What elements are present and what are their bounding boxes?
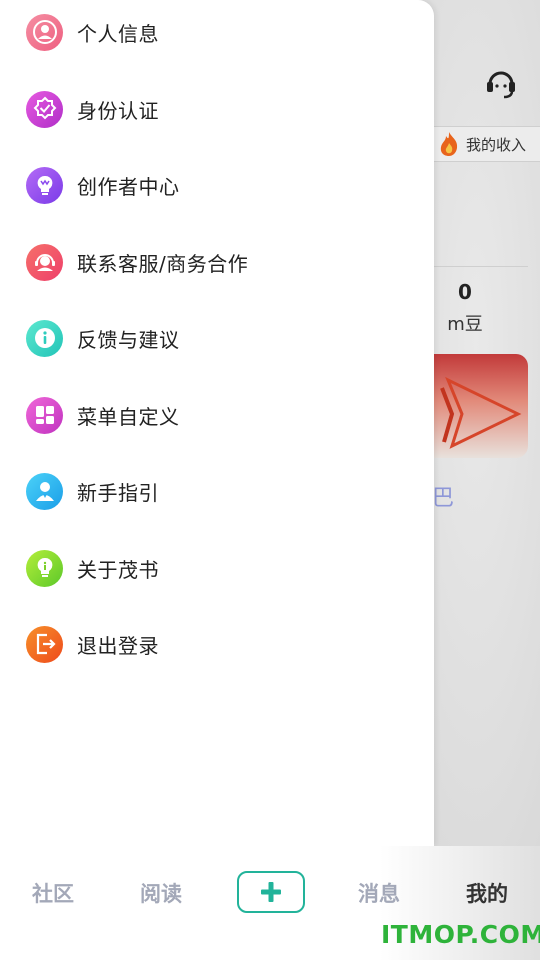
tab-mine[interactable]: 我的: [466, 878, 508, 908]
menu-item-personal-info[interactable]: 个人信息: [26, 12, 416, 52]
info-icon: [26, 319, 63, 357]
menu-item-label: 关于茂书: [77, 557, 159, 582]
menu-item-label: 创作者中心: [77, 174, 180, 199]
menu-item-menu-customize[interactable]: 菜单自定义: [26, 395, 416, 435]
side-drawer: 个人信息 身份认证 创作者中心 联系客服/商务合作 反馈与建议 菜单自定义 新手…: [0, 0, 434, 846]
m-bean-unit: m豆: [447, 314, 483, 335]
bulb-info-icon: [26, 549, 63, 587]
flame-icon: [440, 132, 458, 156]
customer-service-icon: [26, 243, 63, 281]
menu-item-logout[interactable]: 退出登录: [26, 624, 416, 664]
promo-banner[interactable]: [434, 354, 528, 458]
create-button[interactable]: [237, 871, 305, 913]
user-guide-icon: [26, 472, 63, 510]
menu-item-feedback[interactable]: 反馈与建议: [26, 318, 416, 358]
watermark-text: ITMOP.COM: [381, 920, 540, 949]
menu-item-beginner-guide[interactable]: 新手指引: [26, 471, 416, 511]
m-bean-count: 0: [458, 280, 472, 304]
grid-icon: [26, 396, 63, 434]
menu-item-label: 身份认证: [77, 98, 159, 123]
menu-item-contact-support[interactable]: 联系客服/商务合作: [26, 242, 416, 282]
menu-item-creator-center[interactable]: 创作者中心: [26, 165, 416, 205]
tab-reading[interactable]: 阅读: [140, 878, 182, 908]
menu-item-label: 新手指引: [77, 480, 159, 505]
arrow-graphic: [440, 376, 522, 449]
tab-messages[interactable]: 消息: [358, 878, 400, 908]
menu-item-label: 反馈与建议: [77, 327, 180, 352]
menu-item-about[interactable]: 关于茂书: [26, 548, 416, 588]
tab-community[interactable]: 社区: [32, 878, 74, 908]
verified-badge-icon: [26, 90, 63, 128]
divider: [434, 266, 528, 267]
lightbulb-crown-icon: [26, 166, 63, 204]
my-income-label: 我的收入: [466, 135, 527, 154]
menu-item-label: 个人信息: [77, 21, 159, 46]
person-icon: [26, 13, 63, 51]
menu-item-label: 退出登录: [77, 633, 159, 658]
logout-icon: [26, 625, 63, 663]
my-income-link[interactable]: 我的收入: [434, 126, 540, 162]
menu-item-identity-verification[interactable]: 身份认证: [26, 89, 416, 129]
plus-icon: [261, 882, 281, 902]
menu-item-label: 菜单自定义: [77, 404, 180, 429]
headset-icon[interactable]: [484, 66, 518, 100]
partial-text: 巴: [432, 486, 455, 511]
menu-item-label: 联系客服/商务合作: [77, 251, 249, 276]
